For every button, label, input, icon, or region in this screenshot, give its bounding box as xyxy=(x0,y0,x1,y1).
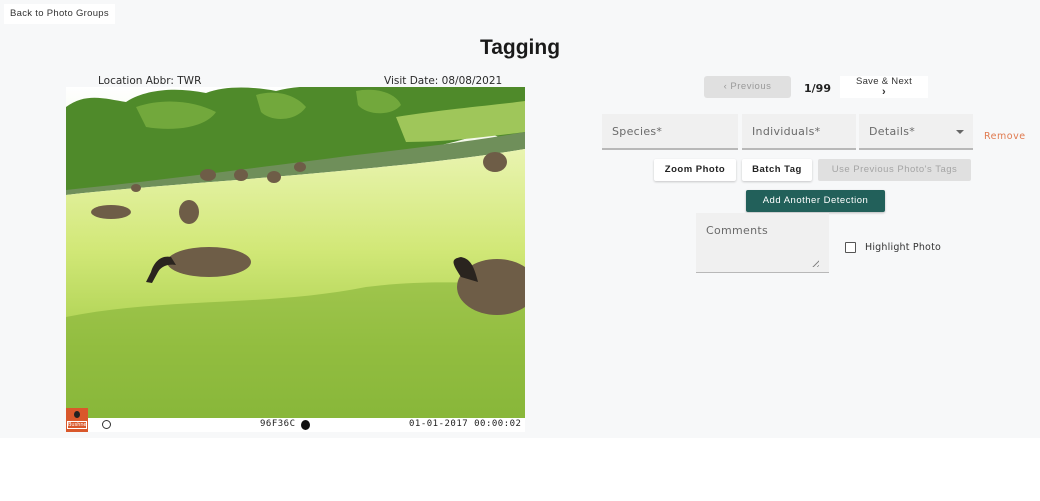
highlight-photo-label: Highlight Photo xyxy=(865,242,942,253)
tagging-page: Back to Photo Groups Tagging Location Ab… xyxy=(0,0,1040,438)
comments-textarea[interactable]: Comments xyxy=(696,213,829,273)
use-previous-tags-button[interactable]: Use Previous Photo's Tags xyxy=(818,159,971,181)
batch-tag-button[interactable]: Batch Tag xyxy=(742,159,812,181)
camera-id: 96F36C xyxy=(260,419,296,429)
brand-logo-icon xyxy=(74,411,80,418)
previous-button[interactable]: ‹ Previous xyxy=(704,76,791,98)
brand-logo-text: Bushnell xyxy=(67,421,87,429)
dropdown-caret-icon xyxy=(956,130,964,134)
camera-trap-photo: 96F36C 01-01-2017 00:00:02 Bushnell xyxy=(66,87,525,432)
details-placeholder: Details* xyxy=(869,125,916,138)
camera-brand-logo: Bushnell xyxy=(66,408,88,432)
individuals-placeholder: Individuals* xyxy=(752,125,821,138)
photo-scene xyxy=(66,87,525,432)
moon-phase-icon xyxy=(102,420,111,429)
resize-handle-icon[interactable] xyxy=(810,258,819,267)
photo-info-strip: 96F36C 01-01-2017 00:00:02 xyxy=(66,418,525,432)
record-dot-icon xyxy=(301,420,310,430)
comments-placeholder: Comments xyxy=(706,224,769,237)
add-another-detection-button[interactable]: Add Another Detection xyxy=(746,190,885,212)
photo-counter: 1/99 xyxy=(804,82,831,95)
highlight-photo-toggle[interactable]: Highlight Photo xyxy=(845,242,941,253)
save-and-next-button[interactable]: Save & Next › xyxy=(840,76,928,98)
remove-detection-link[interactable]: Remove xyxy=(984,131,1026,142)
details-select[interactable]: Details* xyxy=(859,114,973,150)
species-placeholder: Species* xyxy=(612,125,663,138)
page-title: Tagging xyxy=(479,36,561,59)
individuals-field[interactable]: Individuals* xyxy=(742,114,856,150)
zoom-photo-button[interactable]: Zoom Photo xyxy=(654,159,736,181)
back-to-photo-groups-button[interactable]: Back to Photo Groups xyxy=(4,4,115,24)
photo-timestamp: 01-01-2017 00:00:02 xyxy=(409,419,522,429)
highlight-photo-checkbox[interactable] xyxy=(845,242,856,253)
visit-date-label: Visit Date: 08/08/2021 xyxy=(384,75,503,87)
chevron-right-icon: › xyxy=(882,86,886,98)
location-abbr-label: Location Abbr: TWR xyxy=(98,75,202,87)
species-field[interactable]: Species* xyxy=(602,114,738,150)
